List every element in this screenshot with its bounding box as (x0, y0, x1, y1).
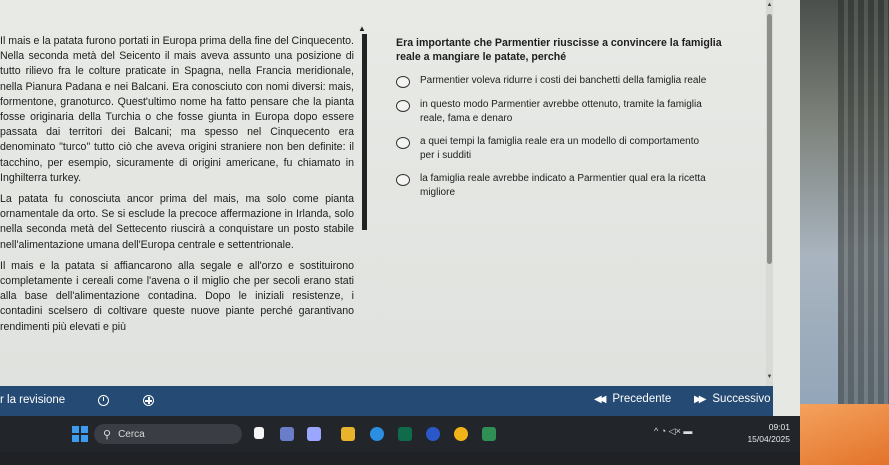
previous-button[interactable]: ◀◀ Precedente (594, 393, 671, 405)
question-text: Era importante che Parmentier riuscisse … (396, 37, 722, 63)
app-icon[interactable] (426, 427, 440, 441)
radio-button[interactable] (396, 174, 410, 186)
screen: Il mais e la patata furono portati in Eu… (0, 0, 800, 452)
next-button[interactable]: ▶▶ Successivo (694, 393, 771, 405)
radio-button[interactable] (396, 100, 410, 112)
teams-icon[interactable] (307, 427, 321, 441)
test-content: Il mais e la patata furono portati in Eu… (0, 0, 773, 386)
system-tray-icons[interactable]: ^ ◔ ◁× ▬ (654, 426, 692, 437)
answer-option-d[interactable]: la famiglia reale avrebbe indicato a Par… (396, 172, 726, 199)
scroll-thumb[interactable] (767, 14, 772, 264)
pane-splitter[interactable] (362, 34, 367, 230)
passage-paragraph: Il mais e la patata si affiancarono alla… (0, 259, 354, 333)
option-label: a quei tempi la famiglia reale era un mo… (420, 136, 700, 161)
edge-browser-icon[interactable] (370, 427, 384, 441)
reading-passage: Il mais e la patata furono portati in Eu… (0, 34, 354, 340)
store-icon[interactable] (398, 427, 412, 441)
radio-button[interactable] (396, 76, 410, 88)
answer-option-b[interactable]: in questo modo Parmentier avrebbe ottenu… (396, 98, 726, 125)
task-view-icon[interactable] (254, 427, 264, 439)
option-label: Parmentier voleva ridurre i costi dei ba… (420, 75, 707, 86)
desk-surface (800, 404, 889, 465)
radio-button[interactable] (396, 137, 410, 149)
option-label: in questo modo Parmentier avrebbe ottenu… (420, 99, 702, 124)
vertical-scrollbar[interactable]: ▲ ▼ (766, 0, 773, 386)
previous-label: Precedente (612, 393, 672, 405)
taskbar-search[interactable]: ⚲ Cerca (94, 424, 242, 444)
review-label: r la revisione (0, 394, 66, 406)
screen-bottom-bezel (0, 452, 800, 465)
next-icon: ▶▶ (694, 393, 707, 405)
passage-paragraph: Il mais e la patata furono portati in Eu… (0, 35, 354, 184)
widgets-icon[interactable] (280, 427, 294, 441)
previous-icon: ◀◀ (594, 393, 607, 405)
taskbar: ⚲ Cerca ^ ◔ ◁× ▬ 09:01 15/04/2025 (0, 416, 800, 452)
sheets-icon[interactable] (482, 427, 496, 441)
question-panel: Era importante che Parmentier riuscisse … (396, 36, 726, 209)
timer-icon[interactable] (98, 395, 109, 406)
next-label: Successivo (712, 393, 771, 405)
keyboard-edge (838, 0, 889, 465)
clock-time[interactable]: 09:01 (752, 422, 790, 432)
add-icon[interactable] (143, 395, 154, 406)
scroll-down-icon[interactable]: ▼ (766, 374, 773, 380)
chrome-icon[interactable] (454, 427, 468, 441)
clock-date[interactable]: 15/04/2025 (742, 434, 790, 444)
scroll-up-icon[interactable]: ▲ (766, 2, 773, 8)
splitter-arrow-icon[interactable]: ▲ (358, 24, 366, 33)
file-explorer-icon[interactable] (341, 427, 355, 441)
option-label: la famiglia reale avrebbe indicato a Par… (420, 173, 706, 198)
search-icon: ⚲ (103, 428, 112, 441)
answer-option-a[interactable]: Parmentier voleva ridurre i costi dei ba… (396, 74, 726, 88)
passage-paragraph: La patata fu conosciuta ancor prima del … (0, 193, 354, 251)
navigation-bar: r la revisione ◀◀ Precedente ▶▶ Successi… (0, 386, 773, 416)
windows-start-icon[interactable] (72, 426, 88, 442)
search-placeholder: Cerca (118, 428, 145, 440)
answer-option-c[interactable]: a quei tempi la famiglia reale era un mo… (396, 135, 726, 162)
